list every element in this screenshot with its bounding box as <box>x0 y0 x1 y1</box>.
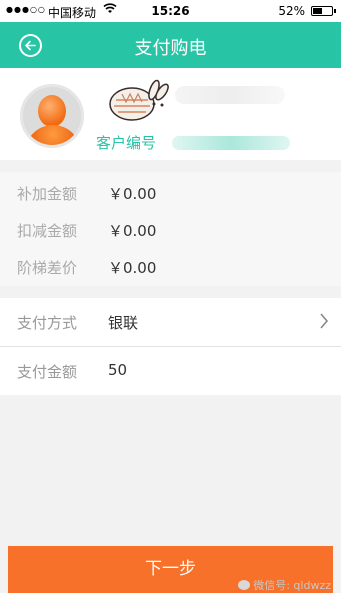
status-bar: ●●●○○ 中国移动 15:26 52% <box>0 0 341 22</box>
payment-method-label: 支付方式 <box>17 314 78 332</box>
battery-icon <box>311 6 336 16</box>
mascot-icon <box>109 79 169 121</box>
blurred-customer-id <box>172 136 290 150</box>
avatar-head <box>38 95 66 127</box>
profile-card: 客户编号 <box>0 68 341 160</box>
avatar-body <box>25 125 81 145</box>
payment-method-value: 银联 <box>108 314 139 332</box>
wechat-watermark: 微信号: qldwzz <box>238 577 331 593</box>
deduction-amount-label: 扣减金额 <box>17 222 78 240</box>
avatar <box>20 84 84 148</box>
customer-id-label: 客户编号 <box>96 134 157 152</box>
supplement-amount-label: 补加金额 <box>17 185 78 203</box>
supplement-amount-value: ￥0.00 <box>108 185 157 203</box>
battery-percent: 52% <box>278 4 305 18</box>
page-title: 支付购电 <box>134 38 207 59</box>
deduction-amount-value: ￥0.00 <box>108 222 157 240</box>
watermark-text: 微信号: qldwzz <box>253 579 331 592</box>
tier-difference-value: ￥0.00 <box>108 259 157 277</box>
deduction-amount-row: 扣减金额 ￥0.00 <box>0 217 341 245</box>
supplement-amount-row: 补加金额 ￥0.00 <box>0 180 341 208</box>
tier-difference-label: 阶梯差价 <box>17 259 78 277</box>
payment-amount-row[interactable]: 支付金额 50 <box>0 347 341 395</box>
chevron-right-icon <box>320 313 329 329</box>
tier-difference-row: 阶梯差价 ￥0.00 <box>0 254 341 282</box>
payment-amount-label: 支付金额 <box>17 363 78 381</box>
navbar: 支付购电 <box>0 22 341 68</box>
payment-method-row[interactable]: 支付方式 银联 <box>0 298 341 346</box>
payment-amount-input[interactable]: 50 <box>108 361 127 379</box>
wechat-icon <box>238 580 251 590</box>
battery-fill <box>313 8 322 14</box>
amount-summary: 补加金额 ￥0.00 扣减金额 ￥0.00 阶梯差价 ￥0.00 <box>0 172 341 286</box>
blurred-name <box>175 86 285 104</box>
